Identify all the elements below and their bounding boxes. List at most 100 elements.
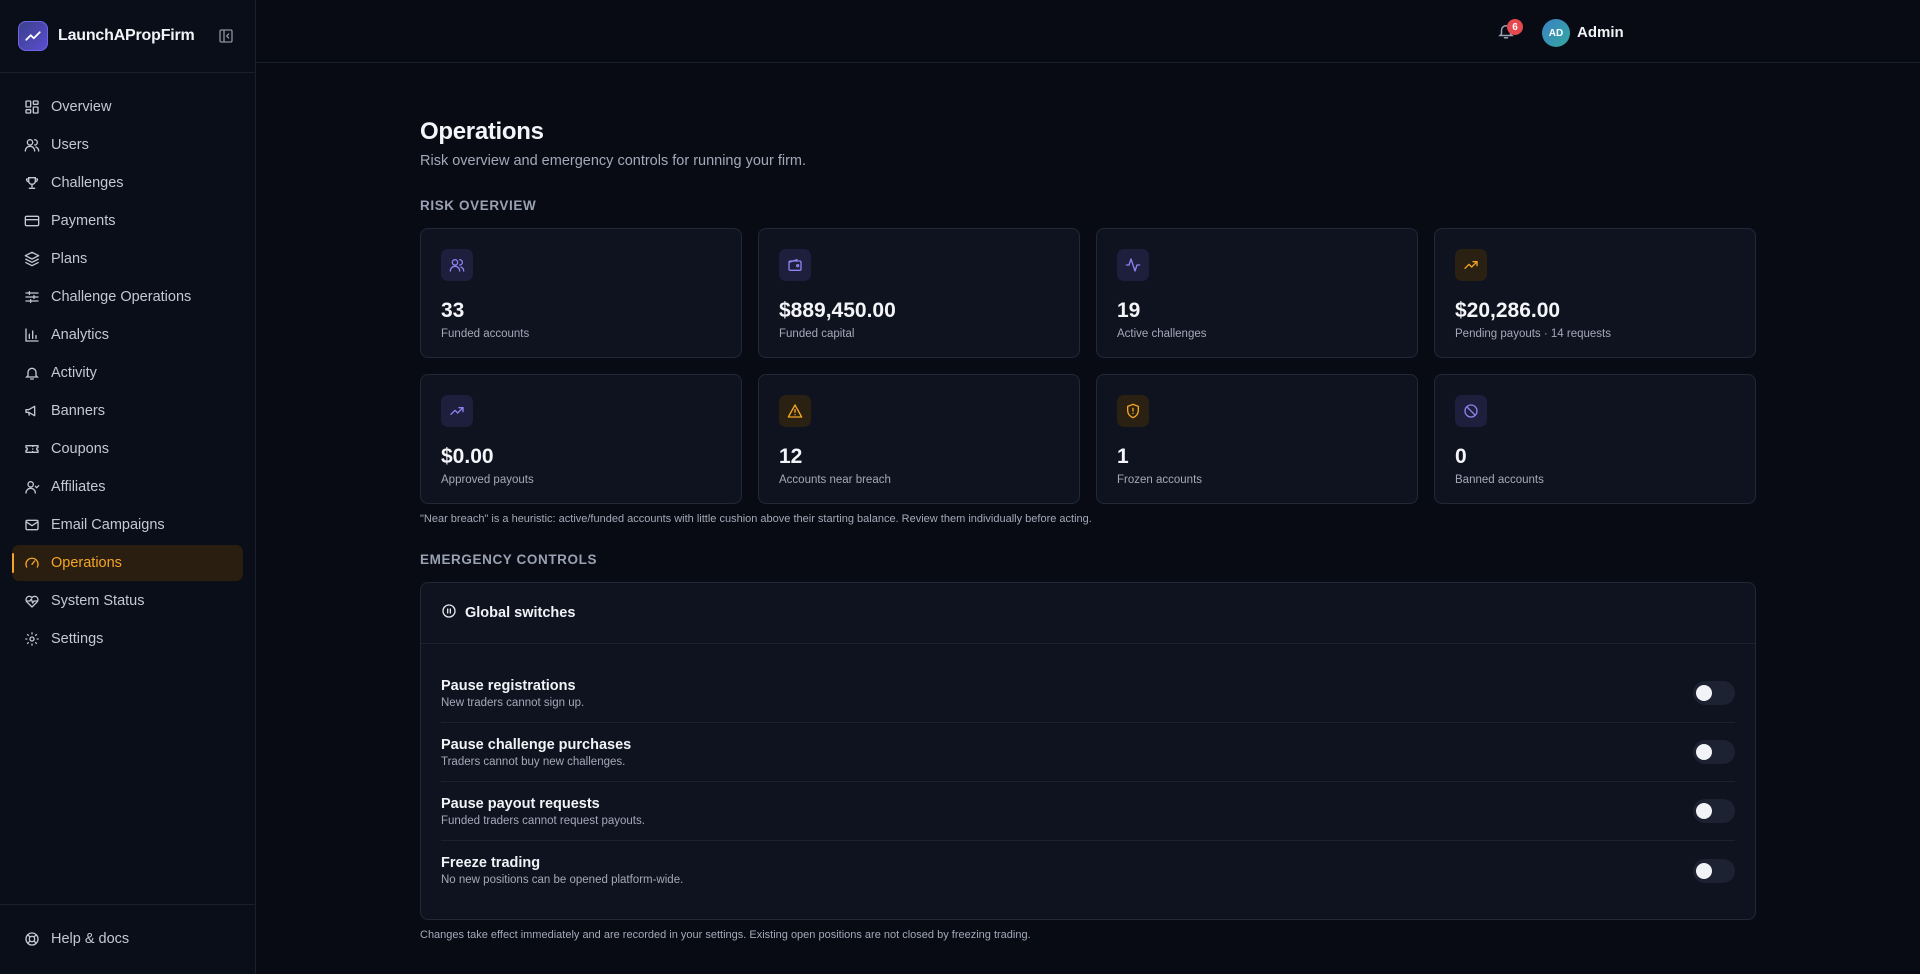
switch-title: Pause challenge purchases [441, 736, 632, 753]
user-menu-name[interactable]: Admin [1577, 24, 1624, 41]
near-breach-note: "Near breach" is a heuristic: active/fun… [420, 513, 1092, 525]
risk-overview-heading: RISK OVERVIEW [420, 198, 537, 213]
switch-description: Funded traders cannot request payouts. [441, 814, 645, 827]
emergency-footnote: Changes take effect immediately and are … [420, 929, 1031, 941]
lifebuoy-icon [24, 931, 40, 947]
mail-icon [24, 517, 40, 533]
sidebar-footer: Help & docs [0, 904, 256, 974]
sidebar-item-users[interactable]: Users [12, 127, 243, 163]
stat-value: $0.00 [441, 445, 494, 468]
global-switches-panel: Global switches Pause registrations New … [420, 582, 1756, 920]
sidebar-item-label: Overview [51, 99, 112, 115]
toggle-knob [1696, 685, 1712, 701]
stat-value: 12 [779, 445, 803, 468]
stat-card-pending-payouts: $20,286.00 Pending payouts · 14 requests [1434, 228, 1756, 358]
switch-row-pause-registrations: Pause registrations New traders cannot s… [441, 664, 1735, 723]
grid-icon [24, 99, 40, 115]
stat-label: Accounts near breach [779, 474, 891, 486]
switch-row-pause-payout-requests: Pause payout requests Funded traders can… [441, 782, 1735, 841]
stat-card-banned-accounts: 0 Banned accounts [1434, 374, 1756, 504]
sidebar-item-label: Users [51, 137, 89, 153]
stat-label: Funded capital [779, 328, 855, 340]
sidebar-item-banners[interactable]: Banners [12, 393, 243, 429]
stat-value: $889,450.00 [779, 299, 896, 322]
sidebar-item-label: Coupons [51, 441, 110, 457]
sidebar-item-label: Plans [51, 251, 88, 267]
stat-label: Active challenges [1117, 328, 1207, 340]
switch-list: Pause registrations New traders cannot s… [421, 644, 1755, 900]
stat-card-funded-accounts: 33 Funded accounts [420, 228, 742, 358]
topbar [256, 0, 1920, 63]
brand-name[interactable]: LaunchAPropFirm [58, 27, 195, 45]
wallet-icon [779, 249, 811, 281]
trending-up-icon [441, 395, 473, 427]
panel-header: Global switches [421, 583, 1755, 644]
sidebar: LaunchAPropFirm Overview Users Challenge… [0, 0, 256, 974]
brand: LaunchAPropFirm [0, 0, 255, 72]
brand-logo-icon[interactable] [18, 21, 48, 51]
sidebar-item-label: Analytics [51, 327, 110, 343]
sidebar-item-challenges[interactable]: Challenges [12, 165, 243, 201]
credit-card-icon [24, 213, 40, 229]
sidebar-item-label: Activity [51, 365, 97, 381]
sidebar-item-operations[interactable]: Operations [12, 545, 243, 581]
sidebar-item-label: Settings [51, 631, 104, 647]
sidebar-item-challenge-operations[interactable]: Challenge Operations [12, 279, 243, 315]
pause-payout-requests-toggle[interactable] [1693, 799, 1735, 823]
sidebar-item-system-status[interactable]: System Status [12, 583, 243, 619]
help-docs-link[interactable]: Help & docs [12, 921, 244, 957]
switch-row-freeze-trading: Freeze trading No new positions can be o… [441, 841, 1735, 900]
stat-card-near-breach: 12 Accounts near breach [758, 374, 1080, 504]
avatar[interactable]: AD [1542, 19, 1570, 47]
alert-triangle-icon [779, 395, 811, 427]
activity-icon [1117, 249, 1149, 281]
sidebar-item-affiliates[interactable]: Affiliates [12, 469, 243, 505]
toggle-knob [1696, 803, 1712, 819]
stat-label: Banned accounts [1455, 474, 1544, 486]
stat-label: Frozen accounts [1117, 474, 1203, 486]
sidebar-item-label: Email Campaigns [51, 517, 165, 533]
gauge-icon [24, 555, 40, 571]
emergency-controls-heading: EMERGENCY CONTROLS [420, 552, 598, 567]
trending-up-icon [1455, 249, 1487, 281]
sidebar-item-plans[interactable]: Plans [12, 241, 243, 277]
sidebar-item-label: Operations [51, 555, 122, 571]
sidebar-item-analytics[interactable]: Analytics [12, 317, 243, 353]
pause-challenge-purchases-toggle[interactable] [1693, 740, 1735, 764]
pause-registrations-toggle[interactable] [1693, 681, 1735, 705]
sidebar-item-overview[interactable]: Overview [12, 89, 243, 125]
notification-count-badge: 6 [1507, 19, 1523, 35]
freeze-trading-toggle[interactable] [1693, 858, 1735, 883]
sidebar-item-label: System Status [51, 593, 145, 609]
sidebar-item-label: Payments [51, 213, 116, 229]
users-icon [441, 249, 473, 281]
sidebar-item-activity[interactable]: Activity [12, 355, 243, 391]
switch-row-pause-challenge-purchases: Pause challenge purchases Traders cannot… [441, 723, 1735, 782]
stat-value: 1 [1117, 445, 1129, 468]
switch-title: Pause payout requests [441, 795, 600, 812]
layers-icon [24, 251, 40, 267]
ban-icon [1455, 395, 1487, 427]
stat-label: Pending payouts · 14 requests [1455, 328, 1611, 340]
sidebar-item-label: Challenges [51, 175, 124, 191]
stat-card-approved-payouts: $0.00 Approved payouts [420, 374, 742, 504]
toggle-knob [1696, 744, 1712, 760]
heart-pulse-icon [24, 593, 40, 609]
bar-chart-icon [24, 327, 40, 343]
sidebar-item-payments[interactable]: Payments [12, 203, 243, 239]
sidebar-item-email-campaigns[interactable]: Email Campaigns [12, 507, 243, 543]
stat-label: Approved payouts [441, 474, 534, 486]
stat-card-active-challenges: 19 Active challenges [1096, 228, 1418, 358]
sidebar-item-settings[interactable]: Settings [12, 621, 243, 657]
stat-card-frozen-accounts: 1 Frozen accounts [1096, 374, 1418, 504]
switch-description: Traders cannot buy new challenges. [441, 755, 626, 768]
sidebar-item-coupons[interactable]: Coupons [12, 431, 243, 467]
panel-title: Global switches [465, 605, 576, 621]
trophy-icon [24, 175, 40, 191]
collapse-sidebar-icon[interactable] [215, 25, 237, 47]
gear-icon [24, 631, 40, 647]
sidebar-item-label: Banners [51, 403, 106, 419]
sidebar-nav: Overview Users Challenges Payments Plans… [0, 73, 255, 657]
sidebar-item-label: Challenge Operations [51, 289, 192, 305]
stat-value: 19 [1117, 299, 1141, 322]
